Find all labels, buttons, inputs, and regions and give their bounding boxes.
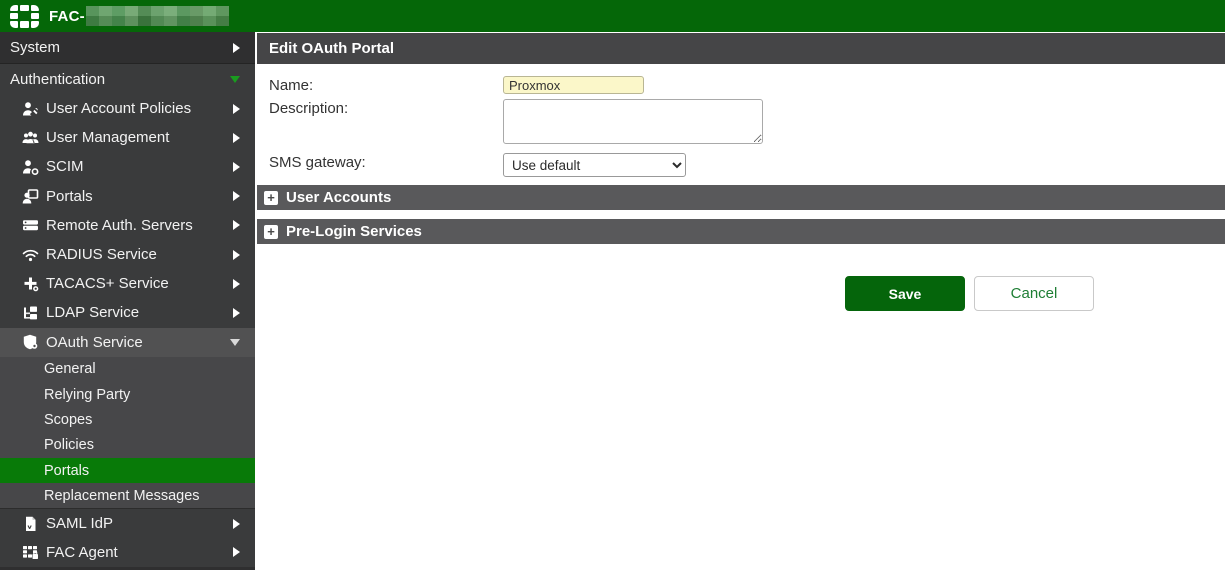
chevron-right-icon xyxy=(233,308,240,318)
sidebar-nav: System Authentication User Account Polic… xyxy=(0,32,255,570)
chevron-right-icon xyxy=(233,250,240,260)
form-actions: Save Cancel xyxy=(845,276,1225,311)
user-wrench-icon xyxy=(22,101,39,117)
sidebar-item-label: LDAP Service xyxy=(46,304,139,321)
cancel-button[interactable]: Cancel xyxy=(974,276,1094,311)
sidebar-item-ldap-service[interactable]: LDAP Service xyxy=(0,298,255,327)
top-bar: FAC- xyxy=(0,0,1225,32)
product-name: FAC- xyxy=(49,8,85,25)
sidebar-item-remote-auth-servers[interactable]: Remote Auth. Servers xyxy=(0,211,255,240)
sidebar-item-label: Portals xyxy=(44,463,89,479)
hierarchy-icon xyxy=(22,305,39,321)
chevron-right-icon xyxy=(233,519,240,529)
sidebar-item-portals[interactable]: Portals xyxy=(0,182,255,211)
sidebar-item-label: Relying Party xyxy=(44,387,130,403)
sidebar-item-saml-idp[interactable]: SAML IdP xyxy=(0,508,255,537)
chevron-down-icon xyxy=(230,339,240,346)
chevron-right-icon xyxy=(233,279,240,289)
sidebar-item-label: Portals xyxy=(46,188,93,205)
shield-icon xyxy=(22,334,39,350)
name-label: Name: xyxy=(269,76,503,94)
sidebar-item-oauth-replacement-messages[interactable]: Replacement Messages xyxy=(0,483,255,508)
section-label: Pre-Login Services xyxy=(286,223,422,240)
grid-lock-icon xyxy=(22,544,39,560)
chevron-right-icon xyxy=(233,191,240,201)
sms-gateway-label: SMS gateway: xyxy=(269,153,503,171)
main-content: Edit OAuth Portal Name: Description: SMS… xyxy=(255,32,1225,570)
fortinet-logo-icon xyxy=(10,5,39,28)
sidebar-item-system[interactable]: System xyxy=(0,32,255,63)
sidebar-item-user-account-policies[interactable]: User Account Policies xyxy=(0,94,255,123)
sidebar-item-scim[interactable]: SCIM xyxy=(0,152,255,181)
sidebar-item-tacacs-service[interactable]: TACACS+ Service xyxy=(0,269,255,298)
sidebar-item-oauth-general[interactable]: General xyxy=(0,357,255,382)
sidebar-item-label: RADIUS Service xyxy=(46,246,157,263)
sidebar-item-label: Scopes xyxy=(44,412,92,428)
oauth-portal-form: Name: Description: SMS gateway: Use defa… xyxy=(257,64,1225,185)
chevron-right-icon xyxy=(233,43,240,53)
sidebar-item-fac-agent[interactable]: FAC Agent xyxy=(0,538,255,567)
sidebar-item-label: General xyxy=(44,361,96,377)
name-field[interactable] xyxy=(503,76,644,94)
chevron-right-icon xyxy=(233,220,240,230)
save-button[interactable]: Save xyxy=(845,276,965,311)
sidebar-item-oauth-relying-party[interactable]: Relying Party xyxy=(0,382,255,407)
sidebar-item-label: FAC Agent xyxy=(46,544,118,561)
sidebar-item-label: Authentication xyxy=(10,71,105,88)
chevron-right-icon xyxy=(233,104,240,114)
chevron-down-icon xyxy=(230,76,240,83)
expand-icon[interactable]: + xyxy=(264,225,278,239)
chevron-right-icon xyxy=(233,547,240,557)
servers-icon xyxy=(22,217,39,233)
description-field[interactable] xyxy=(503,99,763,144)
user-window-icon xyxy=(22,188,39,204)
sidebar-item-radius-service[interactable]: RADIUS Service xyxy=(0,240,255,269)
sidebar-item-label: TACACS+ Service xyxy=(46,275,169,292)
users-icon xyxy=(22,130,39,146)
sidebar-item-label: User Account Policies xyxy=(46,100,191,117)
user-sync-icon xyxy=(22,159,39,175)
section-label: User Accounts xyxy=(286,189,391,206)
sidebar-item-oauth-portals[interactable]: Portals xyxy=(0,458,255,483)
sidebar-item-label: User Management xyxy=(46,129,169,146)
description-label: Description: xyxy=(269,99,503,117)
redacted-hostname xyxy=(86,6,229,26)
page-title: Edit OAuth Portal xyxy=(257,33,1225,64)
cross-nodes-icon xyxy=(22,276,39,292)
sidebar-item-label: Policies xyxy=(44,437,94,453)
sidebar-item-user-management[interactable]: User Management xyxy=(0,123,255,152)
sidebar-item-label: SCIM xyxy=(46,158,84,175)
wifi-icon xyxy=(22,247,39,263)
sidebar-item-oauth-policies[interactable]: Policies xyxy=(0,433,255,458)
sidebar-item-label: SAML IdP xyxy=(46,515,113,532)
sidebar-item-label: Replacement Messages xyxy=(44,488,200,504)
sidebar-item-authentication[interactable]: Authentication xyxy=(0,63,255,94)
sidebar-item-oauth-scopes[interactable]: Scopes xyxy=(0,407,255,432)
sidebar-item-oauth-service[interactable]: OAuth Service xyxy=(0,328,255,357)
expand-icon[interactable]: + xyxy=(264,191,278,205)
document-icon xyxy=(22,516,39,532)
sidebar-item-label: System xyxy=(10,39,60,56)
sidebar-item-label: Remote Auth. Servers xyxy=(46,217,193,234)
chevron-right-icon xyxy=(233,162,240,172)
chevron-right-icon xyxy=(233,133,240,143)
sidebar-item-label: OAuth Service xyxy=(46,334,143,351)
section-pre-login-services[interactable]: + Pre-Login Services xyxy=(257,219,1225,244)
section-user-accounts[interactable]: + User Accounts xyxy=(257,185,1225,210)
sms-gateway-select[interactable]: Use default xyxy=(503,153,686,177)
